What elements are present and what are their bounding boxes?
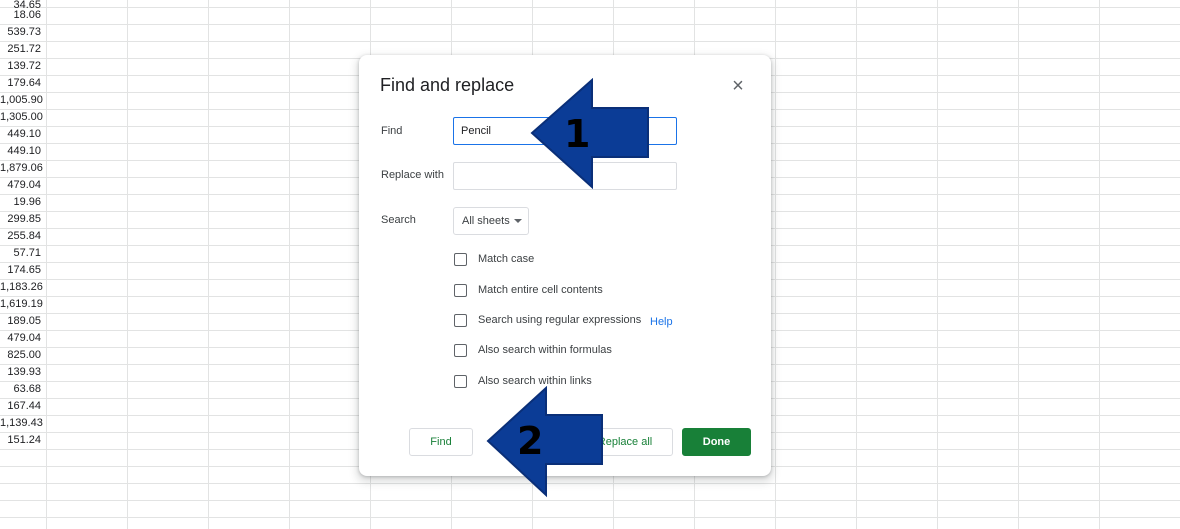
done-button[interactable]: Done: [682, 428, 751, 456]
cell-a9[interactable]: 449.10: [0, 143, 46, 160]
cell-a15[interactable]: 57.71: [0, 245, 46, 262]
cell-a21[interactable]: 825.00: [0, 347, 46, 364]
cell-a8[interactable]: 449.10: [0, 126, 46, 143]
arrow-shape: [486, 386, 603, 498]
cell-a10[interactable]: 1,879.06: [0, 160, 46, 177]
checkbox[interactable]: [454, 344, 467, 357]
cell-a14[interactable]: 255.84: [0, 228, 46, 245]
cell-a26[interactable]: 151.24: [0, 432, 46, 449]
search-scope-value: All sheets: [462, 215, 510, 227]
annotation-arrow-2: [486, 386, 603, 498]
arrow-2-number: 2: [517, 419, 544, 463]
cell-a5[interactable]: 179.64: [0, 75, 46, 92]
checkbox[interactable]: [454, 253, 467, 266]
column-a: 34.65 18.06 539.73 251.72 139.72 179.64 1,005…: [0, 0, 46, 449]
cell-a24[interactable]: 167.44: [0, 398, 46, 415]
cell-a16[interactable]: 174.65: [0, 262, 46, 279]
close-icon[interactable]: ×: [727, 75, 749, 97]
cell-a18[interactable]: 1,619.19: [0, 296, 46, 313]
cell-a3[interactable]: 251.72: [0, 41, 46, 58]
checkbox[interactable]: [454, 375, 467, 388]
cell-a23[interactable]: 63.68: [0, 381, 46, 398]
cell-a12[interactable]: 19.96: [0, 194, 46, 211]
cell-a20[interactable]: 479.04: [0, 330, 46, 347]
option-label: Also search within formulas: [478, 344, 612, 356]
cell-a19[interactable]: 189.05: [0, 313, 46, 330]
option-label: Match case: [478, 253, 535, 265]
find-label: Find: [381, 125, 403, 137]
search-scope-dropdown[interactable]: All sheets: [453, 207, 529, 235]
cell-a7[interactable]: 1,305.00: [0, 109, 46, 126]
search-label: Search: [381, 214, 416, 226]
cell-a2[interactable]: 539.73: [0, 24, 46, 41]
cell-a13[interactable]: 299.85: [0, 211, 46, 228]
find-button[interactable]: Find: [409, 428, 473, 456]
cell-a11[interactable]: 479.04: [0, 177, 46, 194]
cell-a25[interactable]: 1,139.43: [0, 415, 46, 432]
dropdown-caret-icon: [514, 219, 522, 223]
dialog-title: Find and replace: [380, 75, 515, 95]
option-label: Match entire cell contents: [478, 284, 603, 296]
cell-a6[interactable]: 1,005.90: [0, 92, 46, 109]
option-label: Search using regular expressions: [478, 314, 642, 326]
annotation-arrow-1: [530, 78, 649, 190]
cell-a4[interactable]: 139.72: [0, 58, 46, 75]
checkbox[interactable]: [454, 314, 467, 327]
help-link[interactable]: Help: [650, 316, 673, 329]
cell-partial[interactable]: 34.65: [0, 0, 46, 14]
arrow-1-number: 1: [564, 112, 591, 156]
checkbox[interactable]: [454, 284, 467, 297]
replace-label: Replace with: [381, 169, 444, 181]
cell-a22[interactable]: 139.93: [0, 364, 46, 381]
cell-a17[interactable]: 1,183.26: [0, 279, 46, 296]
